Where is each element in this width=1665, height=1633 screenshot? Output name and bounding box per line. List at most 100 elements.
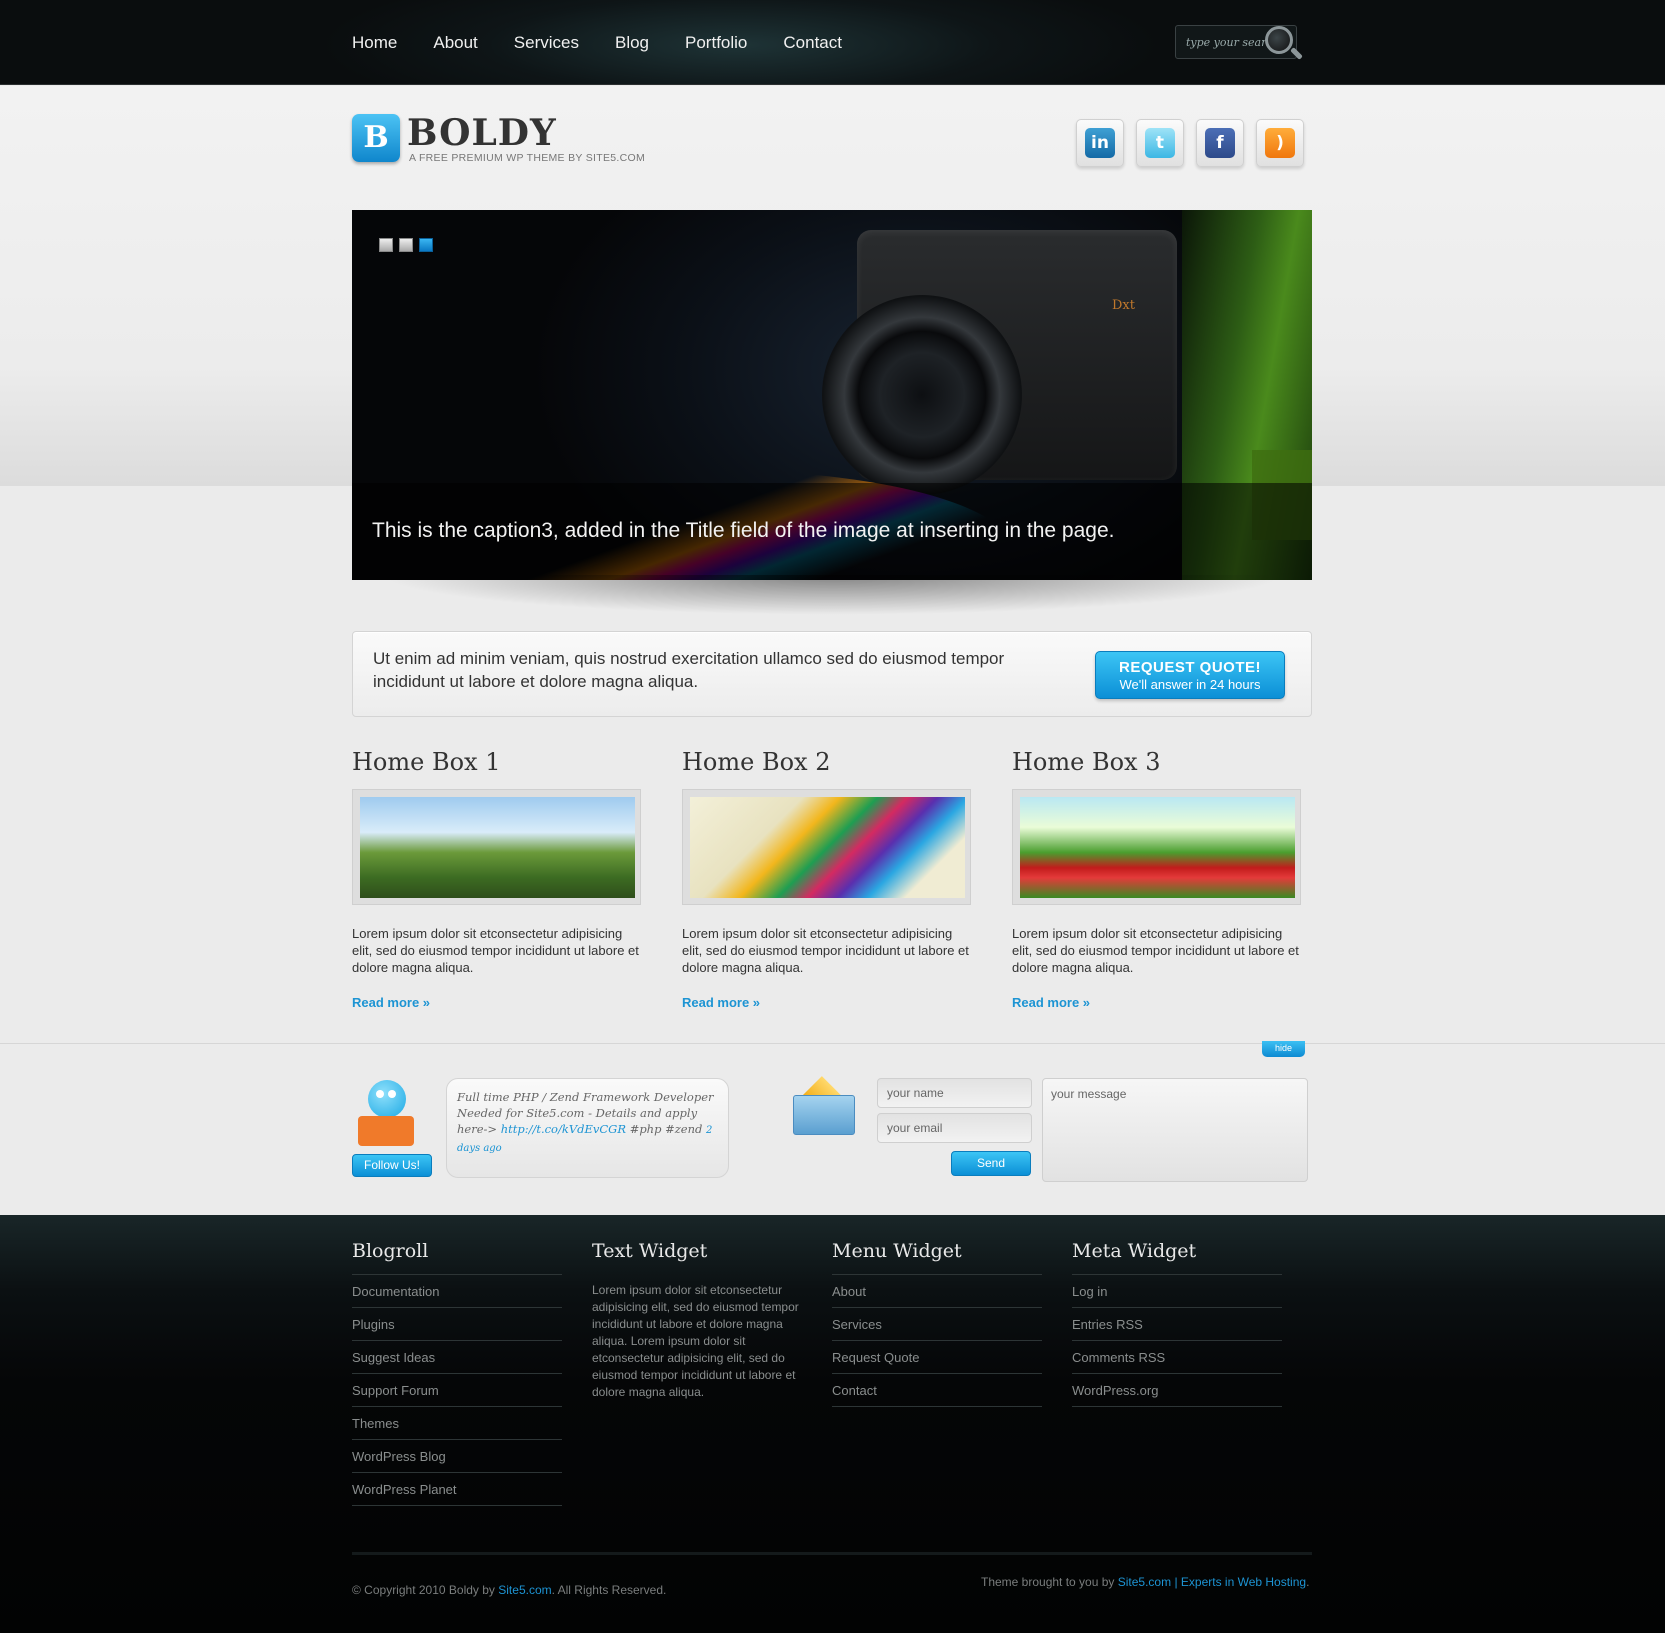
- blogroll-item[interactable]: Suggest Ideas: [352, 1341, 562, 1374]
- blogroll-item[interactable]: Support Forum: [352, 1374, 562, 1407]
- linkedin-icon: in: [1085, 128, 1115, 158]
- request-quote-button[interactable]: REQUEST QUOTE! We'll answer in 24 hours: [1095, 651, 1285, 699]
- nav-portfolio[interactable]: Portfolio: [685, 33, 747, 53]
- nav-about[interactable]: About: [433, 33, 477, 53]
- blogroll-item[interactable]: WordPress Planet: [352, 1473, 562, 1506]
- request-quote-title: REQUEST QUOTE!: [1118, 659, 1261, 676]
- email-field[interactable]: [877, 1113, 1032, 1143]
- main-nav: Home About Services Blog Portfolio Conta…: [352, 33, 878, 53]
- camera-lens-image: [822, 295, 1022, 495]
- follow-us-button[interactable]: Follow Us!: [352, 1154, 432, 1177]
- meta-widget-item[interactable]: WordPress.org: [1072, 1374, 1282, 1407]
- linkedin-button[interactable]: in: [1076, 119, 1124, 167]
- twitter-button[interactable]: t: [1136, 119, 1184, 167]
- copyright-text: © Copyright 2010 Boldy by Site5.com. All…: [352, 1583, 666, 1597]
- menu-widget-item[interactable]: Request Quote: [832, 1341, 1042, 1374]
- request-quote-subtitle: We'll answer in 24 hours: [1119, 677, 1261, 692]
- slider-dot-3[interactable]: [419, 238, 433, 252]
- menu-widget: Menu Widget About Services Request Quote…: [832, 1240, 1042, 1407]
- site-tagline: A FREE PREMIUM WP THEME BY SITE5.COM: [409, 152, 646, 164]
- home-box-title[interactable]: Home Box 1: [352, 748, 642, 776]
- slider-pagination: [379, 238, 433, 252]
- image-slider[interactable]: Dxt This is the caption3, added in the T…: [352, 210, 1312, 580]
- send-button[interactable]: Send: [951, 1151, 1031, 1176]
- home-box-image: [1020, 797, 1295, 898]
- bird-eye: [376, 1090, 384, 1098]
- home-box-text: Lorem ipsum dolor sit etconsectetur adip…: [352, 926, 639, 975]
- read-more-link[interactable]: Read more »: [352, 995, 642, 1010]
- nav-blog[interactable]: Blog: [615, 33, 649, 53]
- widget-title: Meta Widget: [1072, 1240, 1282, 1275]
- latest-tweet: Full time PHP / Zend Framework Developer…: [446, 1078, 729, 1178]
- credit-prefix: Theme brought to you by: [981, 1575, 1118, 1589]
- widget-title: Blogroll: [352, 1240, 562, 1275]
- menu-widget-item[interactable]: Contact: [832, 1374, 1042, 1407]
- tweet-tags: #php #zend: [629, 1122, 703, 1136]
- top-navigation-bar: Home About Services Blog Portfolio Conta…: [0, 0, 1665, 85]
- slider-dot-2[interactable]: [399, 238, 413, 252]
- rss-button[interactable]: ): [1256, 119, 1304, 167]
- home-box-text: Lorem ipsum dolor sit etconsectetur adip…: [682, 926, 969, 975]
- credit-link[interactable]: Site5.com | Experts in Web Hosting: [1118, 1575, 1306, 1589]
- envelope-shape: [793, 1095, 855, 1135]
- rss-icon: ): [1265, 128, 1295, 158]
- book-icon: [358, 1116, 414, 1146]
- home-box-3: Home Box 3 Lorem ipsum dolor sit etconse…: [1012, 748, 1302, 1010]
- home-box-1: Home Box 1 Lorem ipsum dolor sit etconse…: [352, 748, 642, 1010]
- blogroll-item[interactable]: WordPress Blog: [352, 1440, 562, 1473]
- bird-eye: [388, 1090, 396, 1098]
- meta-widget-item[interactable]: Comments RSS: [1072, 1341, 1282, 1374]
- meta-widget: Meta Widget Log in Entries RSS Comments …: [1072, 1240, 1282, 1407]
- search-input[interactable]: [1176, 26, 1271, 58]
- blogroll-widget: Blogroll Documentation Plugins Suggest I…: [352, 1240, 562, 1506]
- text-widget: Text Widget Lorem ipsum dolor sit etcons…: [592, 1240, 802, 1401]
- social-links: in t f ): [1076, 119, 1316, 167]
- home-box-title[interactable]: Home Box 2: [682, 748, 972, 776]
- name-field[interactable]: [877, 1078, 1032, 1108]
- tweet-link[interactable]: http://t.co/kVdEvCGR: [501, 1122, 626, 1136]
- search-icon[interactable]: [1265, 26, 1293, 54]
- message-field[interactable]: [1042, 1078, 1308, 1182]
- read-more-link[interactable]: Read more »: [1012, 995, 1302, 1010]
- twitter-icon: t: [1145, 128, 1175, 158]
- site-title[interactable]: BOLDY: [407, 112, 557, 154]
- twitter-bird-icon: [356, 1078, 416, 1150]
- slider-shadow: [380, 575, 1285, 615]
- meta-widget-item[interactable]: Entries RSS: [1072, 1308, 1282, 1341]
- camera-brand-text: Dxt: [1112, 298, 1135, 313]
- copyright-link[interactable]: Site5.com: [498, 1583, 551, 1597]
- facebook-icon: f: [1205, 128, 1235, 158]
- blogroll-item[interactable]: Documentation: [352, 1275, 562, 1308]
- slider-caption: This is the caption3, added in the Title…: [352, 483, 1312, 580]
- slider-dot-1[interactable]: [379, 238, 393, 252]
- copyright-suffix: . All Rights Reserved.: [551, 1583, 667, 1597]
- text-widget-body: Lorem ipsum dolor sit etconsectetur adip…: [592, 1283, 799, 1399]
- home-box-image: [690, 797, 965, 898]
- widget-title: Text Widget: [592, 1240, 708, 1262]
- home-box-image-frame[interactable]: [1012, 789, 1301, 905]
- nav-contact[interactable]: Contact: [783, 33, 842, 53]
- home-box-2: Home Box 2 Lorem ipsum dolor sit etconse…: [682, 748, 972, 1010]
- home-box-title[interactable]: Home Box 3: [1012, 748, 1302, 776]
- blogroll-item[interactable]: Themes: [352, 1407, 562, 1440]
- nav-services[interactable]: Services: [514, 33, 579, 53]
- blogroll-item[interactable]: Plugins: [352, 1308, 562, 1341]
- menu-widget-item[interactable]: About: [832, 1275, 1042, 1308]
- widget-title: Menu Widget: [832, 1240, 1042, 1275]
- footer-divider: [352, 1552, 1312, 1555]
- logo-icon[interactable]: B: [352, 114, 400, 162]
- menu-widget-item[interactable]: Services: [832, 1308, 1042, 1341]
- credit-suffix: .: [1306, 1575, 1310, 1589]
- meta-widget-item[interactable]: Log in: [1072, 1275, 1282, 1308]
- hide-button[interactable]: hide: [1262, 1041, 1305, 1057]
- home-box-image: [360, 797, 635, 898]
- section-divider: [0, 1043, 1665, 1044]
- facebook-button[interactable]: f: [1196, 119, 1244, 167]
- theme-credit: Theme brought to you by Site5.com | Expe…: [981, 1575, 1309, 1589]
- home-box-image-frame[interactable]: [682, 789, 971, 905]
- home-box-image-frame[interactable]: [352, 789, 641, 905]
- mail-icon: [793, 1076, 855, 1135]
- read-more-link[interactable]: Read more »: [682, 995, 972, 1010]
- nav-home[interactable]: Home: [352, 33, 397, 53]
- search-box: [1175, 25, 1297, 59]
